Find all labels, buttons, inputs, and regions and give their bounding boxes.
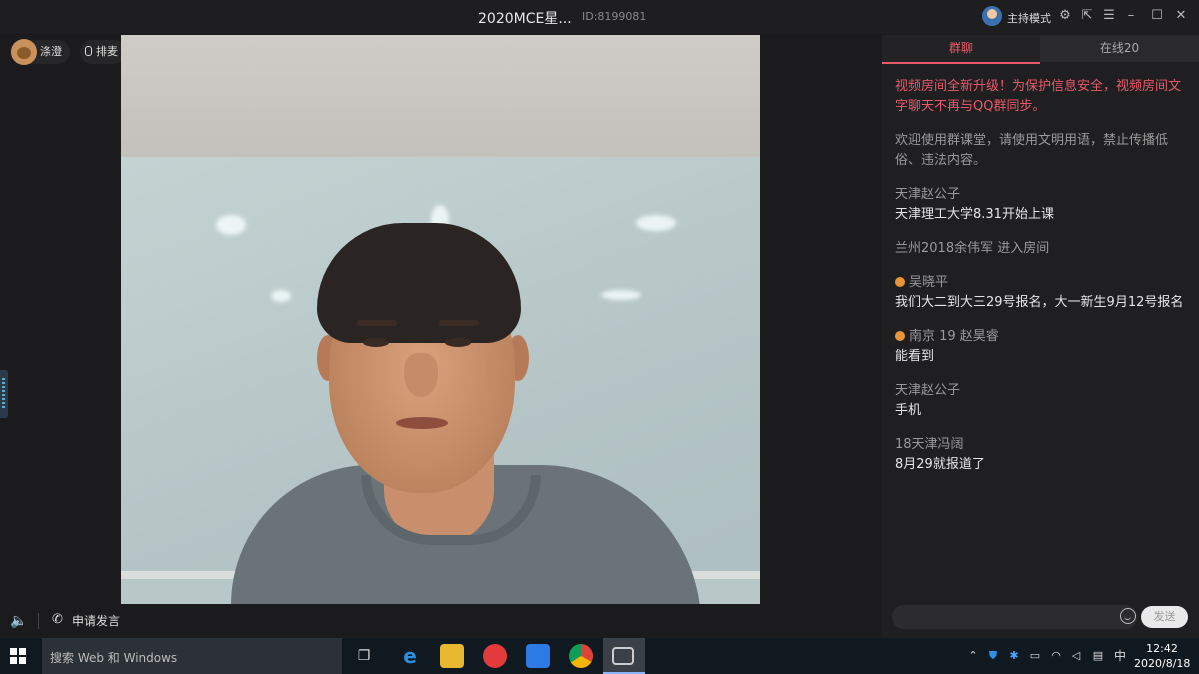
host-avatar[interactable] (982, 6, 1002, 26)
minimize-icon[interactable]: – (1123, 8, 1139, 24)
message-item: 18天津冯阔 8月29就报道了 (895, 435, 1185, 475)
apply-speak-label: 申请发言 (72, 614, 121, 628)
phone-icon: ✆ (52, 612, 63, 627)
edge-icon[interactable]: e (398, 644, 422, 668)
tab-group-chat[interactable]: 群聊 (882, 35, 1040, 64)
classroom-app-icon[interactable] (612, 647, 634, 665)
maximize-icon[interactable]: ☐ (1149, 8, 1165, 24)
divider (38, 613, 39, 629)
emoji-icon[interactable] (1120, 608, 1136, 624)
message-sender: 18天津冯阔 (895, 437, 964, 452)
video-glare (271, 290, 291, 302)
queue-button[interactable]: 排麦 (80, 40, 126, 64)
message-sender: 天津赵公子 (895, 187, 961, 202)
message-sender: 吴晓平 (909, 275, 949, 290)
message-text: 天津理工大学8.31开始上课 (895, 207, 1054, 222)
message-item: 吴晓平 我们大二到大三29号报名，大一新生9月12号报名 (895, 273, 1185, 313)
member-badge-icon (895, 277, 905, 287)
video-person-eye (445, 338, 471, 347)
side-expand-handle[interactable] (0, 370, 8, 418)
taskbar-search[interactable]: 搜索 Web 和 Windows (42, 638, 342, 674)
room-id: ID:8199081 (582, 10, 647, 23)
message-text: 手机 (895, 403, 922, 418)
video-person-nose (404, 353, 438, 397)
current-user-pill[interactable]: 涤澄 (10, 39, 70, 65)
message-sender: 南京 19 赵昊睿 (909, 329, 999, 344)
netease-music-icon[interactable] (483, 644, 507, 668)
message-item: 天津赵公子 手机 (895, 381, 1185, 421)
apply-speak-button[interactable]: ✆ 申请发言 (52, 612, 121, 629)
volume-icon[interactable]: 🔈 (10, 613, 27, 629)
ime-indicator[interactable]: 中 (1113, 649, 1127, 663)
message-item: 南京 19 赵昊睿 能看到 (895, 327, 1185, 367)
video-person-mouth (396, 417, 448, 429)
video-glare (216, 215, 246, 235)
chat-input[interactable] (892, 605, 1137, 629)
system-clock[interactable]: 12:42 2020/8/18 (1134, 641, 1190, 671)
title-bar: 2020MCE星... ID:8199081 主持模式 ⚙ ⇱ ☰ – ☐ ✕ (0, 0, 1199, 34)
message-text: 我们大二到大三29号报名，大一新生9月12号报名 (895, 295, 1184, 310)
close-icon[interactable]: ✕ (1173, 8, 1189, 24)
video-person-brow (357, 320, 397, 326)
queue-label: 排麦 (96, 45, 118, 58)
clock-date: 2020/8/18 (1134, 657, 1191, 670)
video-person-eye (363, 338, 389, 347)
menu-icon[interactable]: ☰ (1101, 8, 1117, 24)
window-title: 2020MCE星... (478, 11, 572, 27)
notification-icon[interactable]: ▤ (1091, 649, 1105, 663)
message-list: 视频房间全新升级！为保护信息安全，视频房间文字聊天不再与QQ群同步。 欢迎使用群… (895, 77, 1185, 489)
bluetooth-icon[interactable]: ✱ (1007, 649, 1021, 663)
member-badge-icon (895, 331, 905, 341)
message-sender-row: 吴晓平 (895, 273, 1185, 293)
chat-panel: 群聊 在线20 视频房间全新升级！为保护信息安全，视频房间文字聊天不再与QQ群同… (882, 35, 1199, 638)
tab-online[interactable]: 在线20 (1040, 35, 1199, 62)
popout-icon[interactable]: ⇱ (1079, 8, 1095, 24)
message-text: 能看到 (895, 349, 935, 364)
chrome-icon[interactable] (569, 644, 593, 668)
security-shield-icon[interactable]: ⛊ (986, 649, 1000, 663)
system-notice: 视频房间全新升级！为保护信息安全，视频房间文字聊天不再与QQ群同步。 (895, 79, 1182, 114)
app-window: 2020MCE星... ID:8199081 主持模式 ⚙ ⇱ ☰ – ☐ ✕ … (0, 0, 1199, 638)
join-notice: 兰州2018余伟军 进入房间 (895, 241, 1050, 256)
settings-icon[interactable]: ⚙ (1057, 8, 1073, 24)
taskbar: 搜索 Web 和 Windows ❐ e ⌃ ⛊ ✱ ▭ ◠ ◁ ▤ 中 12:… (0, 638, 1199, 674)
user-name: 涤澄 (40, 45, 62, 58)
send-button[interactable]: 发送 (1141, 606, 1188, 628)
video-glare (601, 290, 641, 300)
message-text: 8月29就报道了 (895, 457, 985, 472)
tray-chevron-icon[interactable]: ⌃ (966, 649, 980, 663)
wifi-icon[interactable]: ◠ (1049, 649, 1063, 663)
message-item: 天津赵公子 天津理工大学8.31开始上课 (895, 185, 1185, 225)
clock-time: 12:42 (1146, 642, 1178, 655)
video-wall (121, 35, 760, 157)
host-mode-button[interactable]: 主持模式 (1007, 10, 1051, 26)
video-stream (121, 35, 760, 604)
mic-icon (85, 46, 92, 56)
user-avatar (11, 39, 37, 65)
tencent-app-icon[interactable] (526, 644, 550, 668)
video-glare (636, 215, 676, 231)
windows-start-icon[interactable] (10, 648, 26, 664)
battery-icon[interactable]: ▭ (1028, 649, 1042, 663)
taskbar-search-placeholder: 搜索 Web 和 Windows (50, 651, 178, 665)
speaker-icon[interactable]: ◁ (1069, 649, 1083, 663)
message-sender: 天津赵公子 (895, 383, 961, 398)
task-view-icon[interactable]: ❐ (357, 649, 371, 663)
room-rules: 欢迎使用群课堂，请使用文明用语，禁止传播低俗、违法内容。 (895, 133, 1169, 168)
message-sender-row: 南京 19 赵昊睿 (895, 327, 1185, 347)
video-person-brow (439, 320, 479, 326)
file-explorer-icon[interactable] (440, 644, 464, 668)
